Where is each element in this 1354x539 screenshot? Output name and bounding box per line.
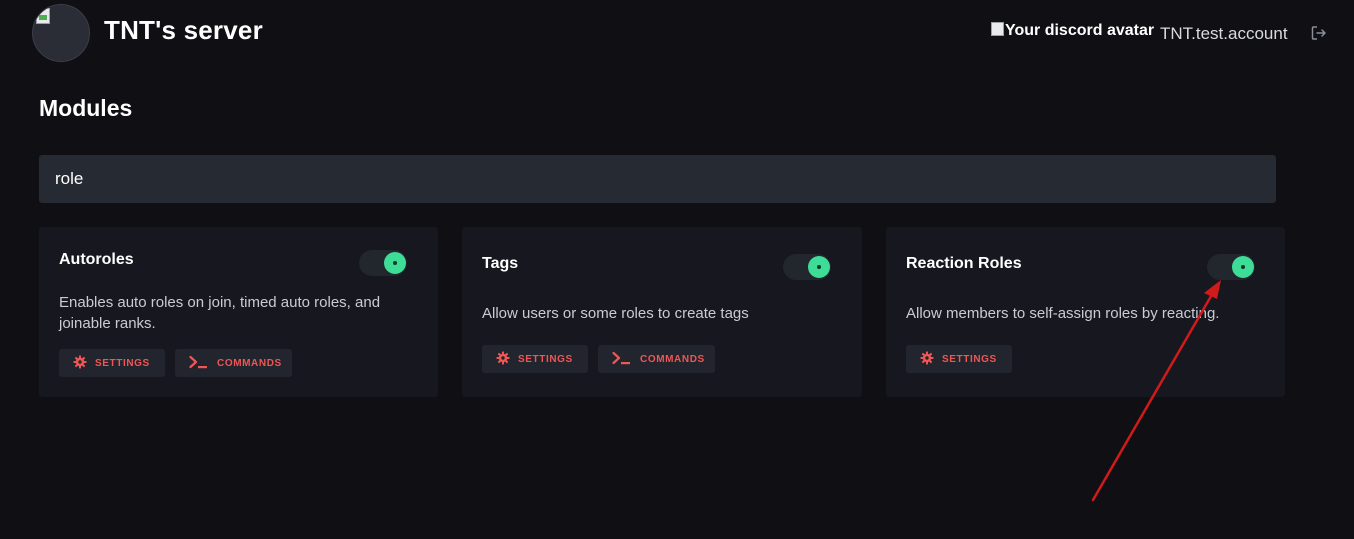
commands-button[interactable]: COMMANDS — [598, 345, 715, 373]
settings-label: SETTINGS — [95, 357, 150, 369]
module-description: Allow members to self-assign roles by re… — [906, 305, 1220, 322]
toggle-knob — [808, 256, 830, 278]
commands-label: COMMANDS — [217, 357, 282, 369]
search-input[interactable] — [39, 155, 1276, 203]
broken-image-icon — [991, 22, 1004, 36]
gear-icon — [73, 355, 87, 372]
terminal-icon — [612, 351, 632, 368]
page-title: Modules — [39, 95, 133, 121]
commands-button[interactable]: COMMANDS — [175, 349, 292, 377]
module-title: Reaction Roles — [906, 255, 1022, 272]
avatar-alt-text: Your discord avatar — [1005, 22, 1155, 39]
settings-label: SETTINGS — [518, 353, 573, 365]
broken-image-icon — [36, 8, 50, 24]
module-toggle[interactable] — [1207, 254, 1255, 280]
module-title: Autoroles — [59, 251, 134, 268]
module-card-tags: Tags Allow users or some roles to create… — [462, 227, 862, 397]
module-card-autoroles: Autoroles Enables auto roles on join, ti… — [39, 227, 438, 397]
commands-label: COMMANDS — [640, 353, 705, 365]
settings-button[interactable]: SETTINGS — [906, 345, 1012, 373]
gear-icon — [920, 351, 934, 368]
server-name: TNT's server — [104, 15, 263, 45]
settings-button[interactable]: SETTINGS — [482, 345, 588, 373]
username[interactable]: TNT.test.account — [1160, 24, 1288, 44]
terminal-icon — [189, 355, 209, 372]
module-title: Tags — [482, 255, 519, 272]
logout-icon[interactable] — [1310, 24, 1330, 44]
settings-button[interactable]: SETTINGS — [59, 349, 165, 377]
user-avatar[interactable]: Your discord avatar — [991, 22, 1155, 42]
gear-icon — [496, 351, 510, 368]
header: TNT's server Your discord avatar TNT.tes… — [0, 0, 1354, 64]
toggle-knob — [384, 252, 406, 274]
module-card-reaction-roles: Reaction Roles Allow members to self-ass… — [886, 227, 1285, 397]
module-toggle[interactable] — [359, 250, 407, 276]
toggle-knob — [1232, 256, 1254, 278]
module-description: Allow users or some roles to create tags — [482, 305, 749, 322]
settings-label: SETTINGS — [942, 353, 997, 365]
module-description: Enables auto roles on join, timed auto r… — [59, 294, 381, 332]
server-icon[interactable] — [32, 4, 90, 62]
module-toggle[interactable] — [783, 254, 831, 280]
